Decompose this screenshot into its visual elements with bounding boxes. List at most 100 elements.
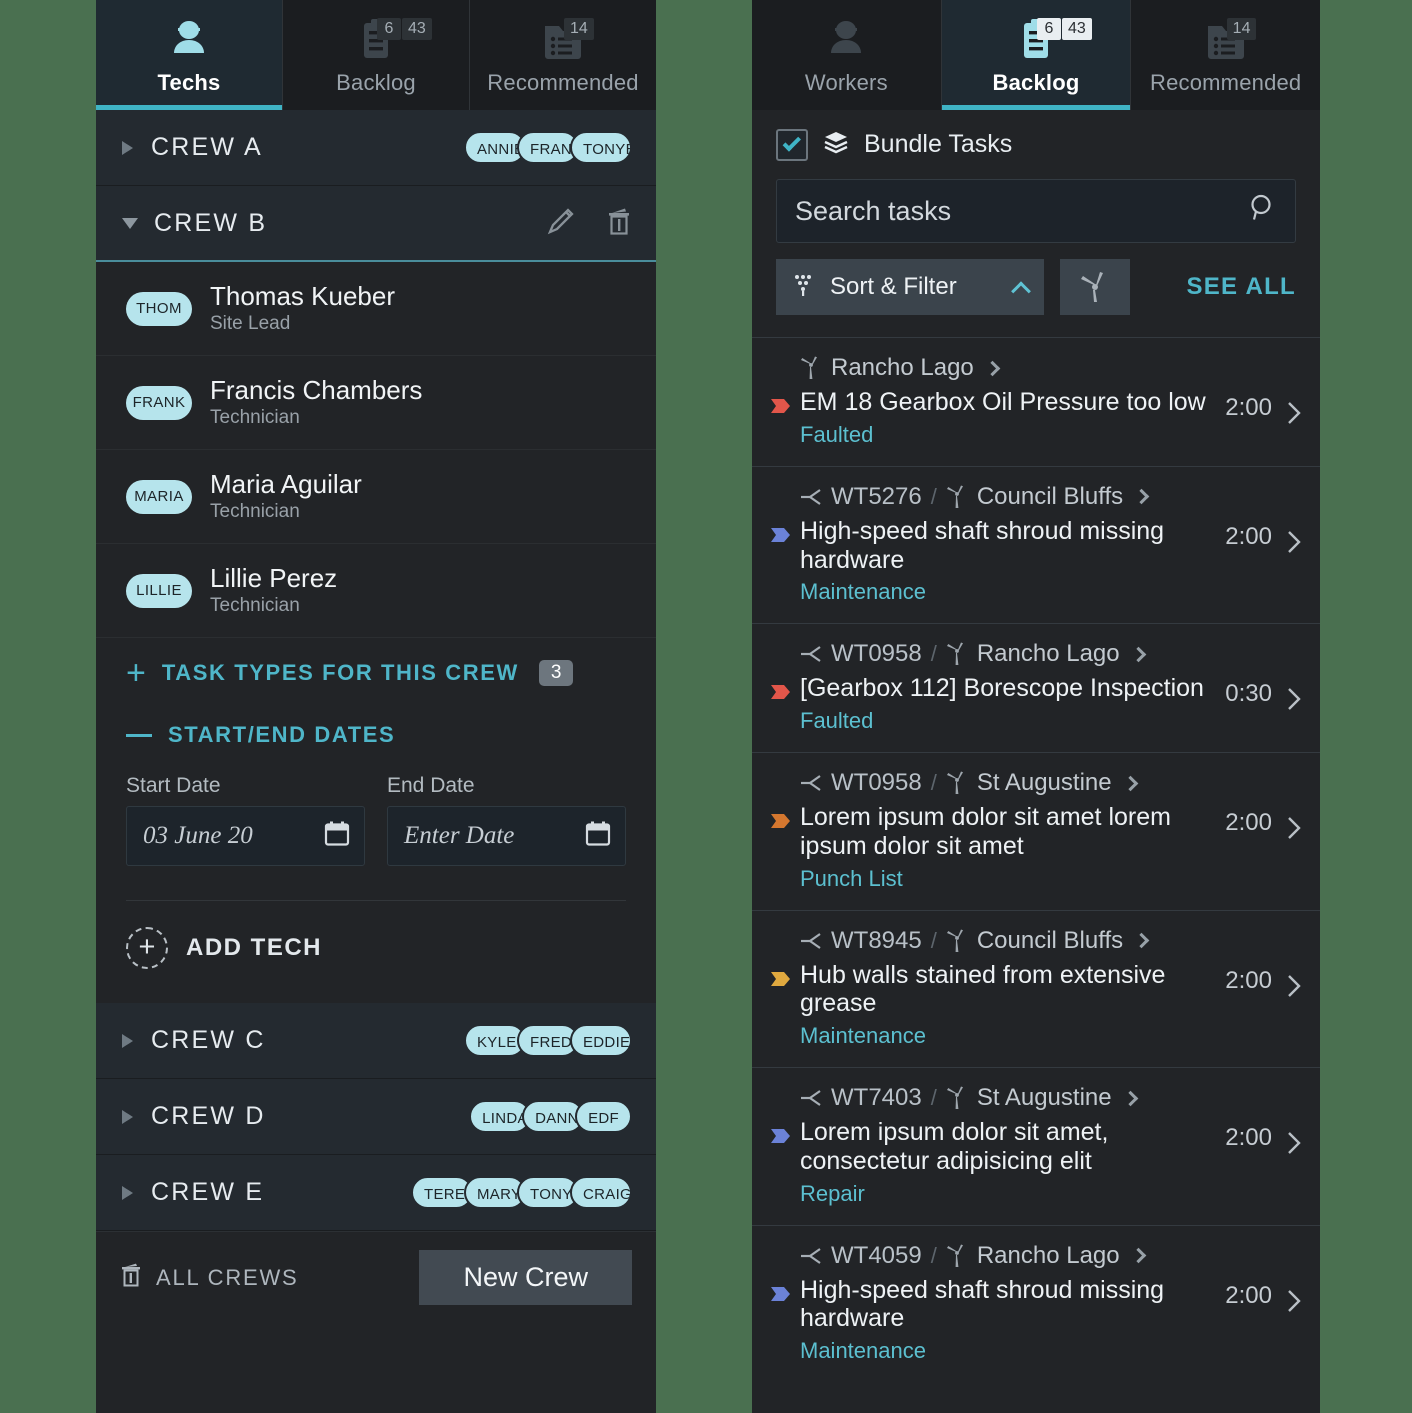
new-crew-button[interactable]: New Crew	[419, 1250, 632, 1306]
priority-flag	[770, 674, 800, 710]
tech-row[interactable]: THOM Thomas Kueber Site Lead	[96, 262, 656, 357]
task-duration: 0:30	[1225, 680, 1272, 708]
delete-trash-icon[interactable]	[606, 206, 632, 241]
backlog-tab-backlog[interactable]: 6 43 Backlog	[941, 0, 1132, 110]
start-date-input[interactable]: 03 June 20	[126, 806, 365, 867]
task-category: Repair	[800, 1180, 865, 1206]
task-open-chevron-icon[interactable]	[1286, 1276, 1302, 1318]
asset-link-icon	[801, 932, 821, 949]
task-open-chevron-icon[interactable]	[1286, 961, 1302, 1003]
backlog-tab-workers[interactable]: Workers	[752, 0, 942, 110]
task-text: High-speed shaft shroud missing hardware…	[800, 517, 1225, 606]
task-open-chevron-icon[interactable]	[1286, 388, 1302, 430]
techs-tab-badge: 43	[402, 18, 432, 40]
app-root: Techs 6 43 Backlog 14 Recommended CREW A…	[0, 0, 1412, 1413]
chevron-down-icon	[122, 217, 138, 229]
tech-info: Francis Chambers Technician	[210, 375, 422, 429]
task-row[interactable]: WT7403 / St Augustine Lorem ipsum dolor s…	[752, 1067, 1320, 1225]
wind-turbine-site-icon	[801, 356, 817, 379]
task-row[interactable]: WT4059 / Rancho Lago High-speed shaft shr…	[752, 1224, 1320, 1383]
add-tech-button[interactable]: + ADD TECH	[96, 901, 656, 1003]
search-icon[interactable]	[1245, 192, 1279, 231]
see-all-link[interactable]: SEE ALL	[1186, 273, 1296, 301]
backlog-tab-label: Recommended	[1149, 70, 1302, 95]
tech-row[interactable]: FRANK Francis Chambers Technician	[96, 356, 656, 451]
backlog-tab-badge: 14	[1226, 18, 1257, 40]
priority-flag-icon	[771, 814, 790, 828]
crew-row-crew-a[interactable]: CREW A ANNIEPFRANKCTONYB	[96, 110, 656, 186]
task-row[interactable]: Rancho Lago EM 18 Gearbox Oil Pressure t…	[752, 337, 1320, 466]
filter-icon	[792, 272, 818, 303]
calendar-icon-start[interactable]	[324, 821, 350, 852]
priority-flag-icon	[771, 1129, 790, 1143]
task-main: Lorem ipsum dolor sit amet, consectetur …	[770, 1118, 1302, 1207]
task-title: Lorem ipsum dolor sit amet lorem ipsum d…	[800, 803, 1171, 860]
tech-row[interactable]: LILLIE Lillie Perez Technician	[96, 544, 656, 639]
task-open-chevron-icon[interactable]	[1286, 1118, 1302, 1160]
crew-row-crew-c[interactable]: CREW C KYLE GFREDSMEDDIE	[96, 1003, 656, 1080]
tech-role: Technician	[210, 407, 300, 429]
task-main: Hub walls stained from extensive grease …	[770, 961, 1302, 1050]
crew-member-chips: KYLE GFREDSMEDDIE	[464, 1024, 632, 1058]
tech-name: Lillie Perez	[210, 563, 338, 594]
bundle-tasks-checkbox[interactable]	[776, 128, 808, 161]
techs-tab-icon-wrap: 6 43	[358, 16, 432, 64]
avatar: LILLIE	[126, 573, 192, 608]
crew-row-crew-e[interactable]: CREW E TERESAMARYHITONYCCRAIG	[96, 1155, 656, 1232]
priority-flag	[770, 961, 800, 997]
tech-role: Technician	[210, 501, 300, 523]
techs-tab-recommended[interactable]: 14 Recommended	[470, 0, 656, 110]
all-crews-button[interactable]: ALL CREWS	[120, 1262, 299, 1293]
task-meta: WT4059 / Rancho Lago	[770, 1242, 1302, 1270]
task-text: High-speed shaft shroud missing hardware…	[800, 1276, 1225, 1365]
techs-tab-badge: 6	[377, 18, 401, 40]
bundle-tasks-row[interactable]: Bundle Tasks	[776, 128, 1296, 161]
search-tasks-box[interactable]: Search tasks	[776, 179, 1296, 243]
priority-flag	[770, 388, 800, 424]
task-text: Lorem ipsum dolor sit amet, consectetur …	[800, 1118, 1225, 1207]
task-row[interactable]: WT0958 / Rancho Lago [Gearbox 112] Boresc…	[752, 623, 1320, 752]
plus-icon: +	[126, 654, 146, 693]
task-open-chevron-icon[interactable]	[1286, 674, 1302, 716]
avatar: FRANK	[126, 385, 192, 420]
asset-link-icon	[801, 1247, 821, 1264]
asset-id: WT8945	[831, 926, 922, 954]
task-duration: 2:00	[1225, 522, 1272, 550]
edit-pencil-icon[interactable]	[546, 206, 576, 241]
task-row[interactable]: WT8945 / Council Bluffs Hub walls stained…	[752, 909, 1320, 1068]
site-name: Council Bluffs	[976, 926, 1124, 954]
trash-icon	[120, 1262, 142, 1293]
turbine-filter-button[interactable]	[1060, 259, 1130, 315]
task-list: Rancho Lago EM 18 Gearbox Oil Pressure t…	[752, 337, 1320, 1382]
backlog-tab-badge: 43	[1062, 18, 1092, 40]
member-chip: TONYB	[570, 131, 632, 164]
techs-tab-techs[interactable]: Techs	[96, 0, 283, 110]
techs-tab-backlog[interactable]: 6 43 Backlog	[283, 0, 470, 110]
tech-info: Thomas Kueber Site Lead	[210, 281, 395, 335]
site-name: Rancho Lago	[831, 354, 974, 381]
task-open-chevron-icon[interactable]	[1286, 517, 1302, 559]
task-types-section-toggle[interactable]: + TASK TYPES FOR THIS CREW 3	[96, 638, 656, 700]
tech-row[interactable]: MARIA Maria Aguilar Technician	[96, 450, 656, 545]
crew-member-chips: LINDACDANNIEEDF	[469, 1100, 632, 1134]
task-row[interactable]: WT5276 / Council Bluffs High-speed shaft …	[752, 465, 1320, 624]
chevron-right-icon	[984, 360, 1001, 376]
site-name: Council Bluffs	[976, 482, 1124, 510]
crew-row-crew-b[interactable]: CREW B	[96, 186, 656, 262]
backlog-tab-recommended[interactable]: 14 Recommended	[1131, 0, 1320, 110]
sort-filter-button[interactable]: Sort & Filter	[776, 259, 1044, 315]
start-end-dates-section-toggle[interactable]: START/END DATES	[96, 700, 656, 762]
end-date-label: End Date	[387, 774, 475, 798]
end-date-input[interactable]: Enter Date	[387, 806, 626, 867]
search-input[interactable]: Search tasks	[795, 196, 951, 227]
priority-flag-icon	[771, 1286, 790, 1301]
priority-flag	[770, 1276, 800, 1312]
avatar: THOM	[126, 291, 192, 326]
tech-info: Maria Aguilar Technician	[210, 470, 362, 523]
task-types-count-badge: 3	[538, 660, 574, 687]
calendar-icon-end[interactable]	[585, 821, 611, 852]
task-open-chevron-icon[interactable]	[1286, 803, 1302, 845]
task-row[interactable]: WT0958 / St Augustine Lorem ipsum dolor s…	[752, 752, 1320, 910]
crew-row-crew-d[interactable]: CREW D LINDACDANNIEEDF	[96, 1079, 656, 1156]
meta-separator: /	[930, 770, 937, 795]
